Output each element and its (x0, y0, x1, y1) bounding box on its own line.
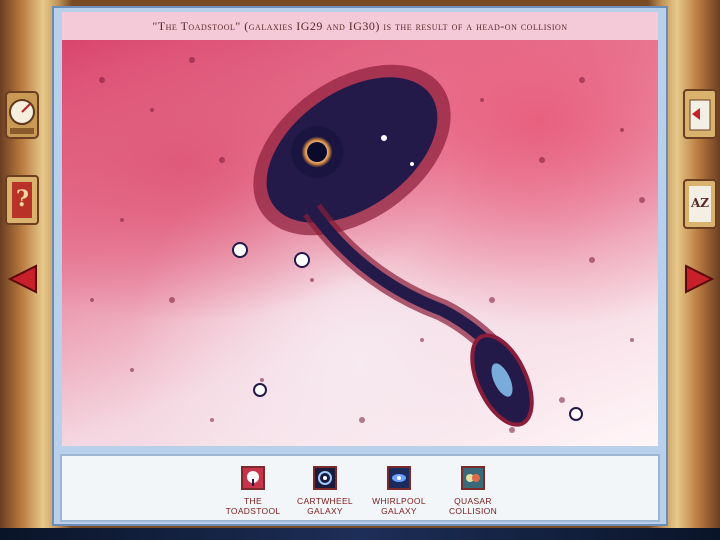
thumbnail-label: CARTWHEEL (297, 496, 353, 506)
whirlpool-galaxy-icon (387, 466, 411, 490)
thumbnail-toadstool[interactable]: THE TOADSTOOL (218, 466, 288, 516)
help-label: ? (16, 186, 29, 212)
thumbnail-label: COLLISION (448, 506, 498, 516)
exit-door-icon (683, 89, 717, 139)
thumbnail-label: WHIRLPOOL (372, 496, 426, 506)
thumbnail-label: THE (244, 496, 262, 506)
galaxy-photo (62, 40, 658, 446)
image-viewer: "The Toadstool" (galaxies IG29 and IG30)… (52, 6, 668, 526)
next-arrow-button[interactable] (682, 262, 716, 296)
toadstool-icon (241, 466, 265, 490)
thumbnail-label: TOADSTOOL (225, 506, 281, 516)
thumbnail-quasar-collision[interactable]: QUASAR COLLISION (438, 466, 508, 516)
image-caption: "The Toadstool" (galaxies IG29 and IG30)… (152, 18, 568, 33)
thumbnail-cartwheel-galaxy[interactable]: CARTWHEEL GALAXY (290, 466, 360, 516)
gauge-icon (5, 91, 39, 139)
quasar-collision-icon (461, 466, 485, 490)
exit-button[interactable] (682, 88, 718, 140)
previous-arrow-button[interactable] (6, 262, 40, 296)
arrow-right-icon (685, 264, 715, 294)
thumbnail-panel: THE TOADSTOOL CARTWHEEL GALAXY WHIRLPOOL… (60, 454, 660, 522)
index-button[interactable]: AZ (682, 178, 718, 230)
index-label: AZ (691, 196, 710, 210)
thumbnail-label: GALAXY (307, 506, 343, 516)
help-button[interactable]: ? (4, 174, 40, 226)
caption-bar: "The Toadstool" (galaxies IG29 and IG30)… (62, 12, 658, 40)
cartwheel-galaxy-icon (313, 466, 337, 490)
toadstool-galaxy-image (90, 57, 645, 433)
thumbnail-label: QUASAR (454, 496, 492, 506)
gauge-button[interactable] (4, 90, 40, 140)
arrow-left-icon (7, 264, 37, 294)
thumbnail-whirlpool-galaxy[interactable]: WHIRLPOOL GALAXY (364, 466, 434, 516)
bottom-taskbar-strip (0, 528, 720, 540)
thumbnail-label: GALAXY (381, 506, 417, 516)
